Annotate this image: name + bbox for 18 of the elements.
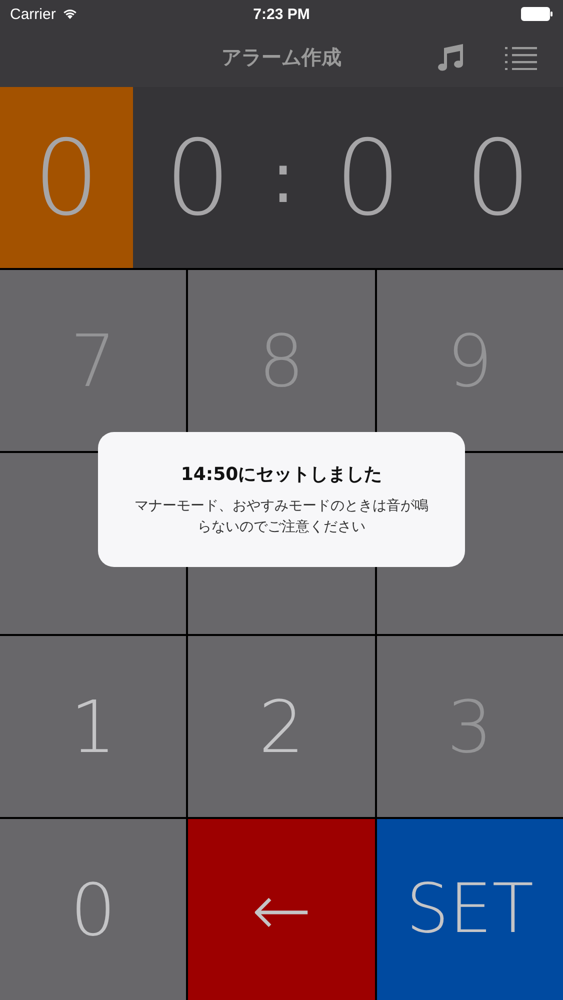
toast-title: 14:50にセットしました bbox=[180, 462, 382, 486]
delete-key[interactable]: ← bbox=[188, 819, 375, 1000]
digit-key[interactable]: 2 bbox=[188, 636, 375, 817]
digit-key[interactable]: 1 bbox=[0, 636, 186, 817]
toast-message: マナーモード、おやすみモードのときは音が鳴らないのでご注意ください bbox=[134, 496, 430, 536]
time-separator: : bbox=[270, 136, 296, 220]
list-icon[interactable] bbox=[505, 46, 537, 70]
time-digit[interactable]: 0 bbox=[0, 87, 133, 268]
screen-title: アラーム作成 bbox=[222, 44, 342, 71]
wifi-icon bbox=[62, 8, 78, 20]
carrier-label: Carrier bbox=[10, 6, 56, 22]
time-digit[interactable]: 0 bbox=[433, 87, 563, 268]
set-button[interactable]: SET bbox=[376, 819, 563, 1000]
status-time: 7:23 PM bbox=[253, 6, 310, 22]
battery-icon bbox=[520, 7, 553, 21]
time-digit[interactable]: 0 bbox=[133, 87, 263, 268]
digit-key[interactable]: 0 bbox=[0, 819, 186, 1000]
time-digit[interactable]: 0 bbox=[303, 87, 433, 268]
